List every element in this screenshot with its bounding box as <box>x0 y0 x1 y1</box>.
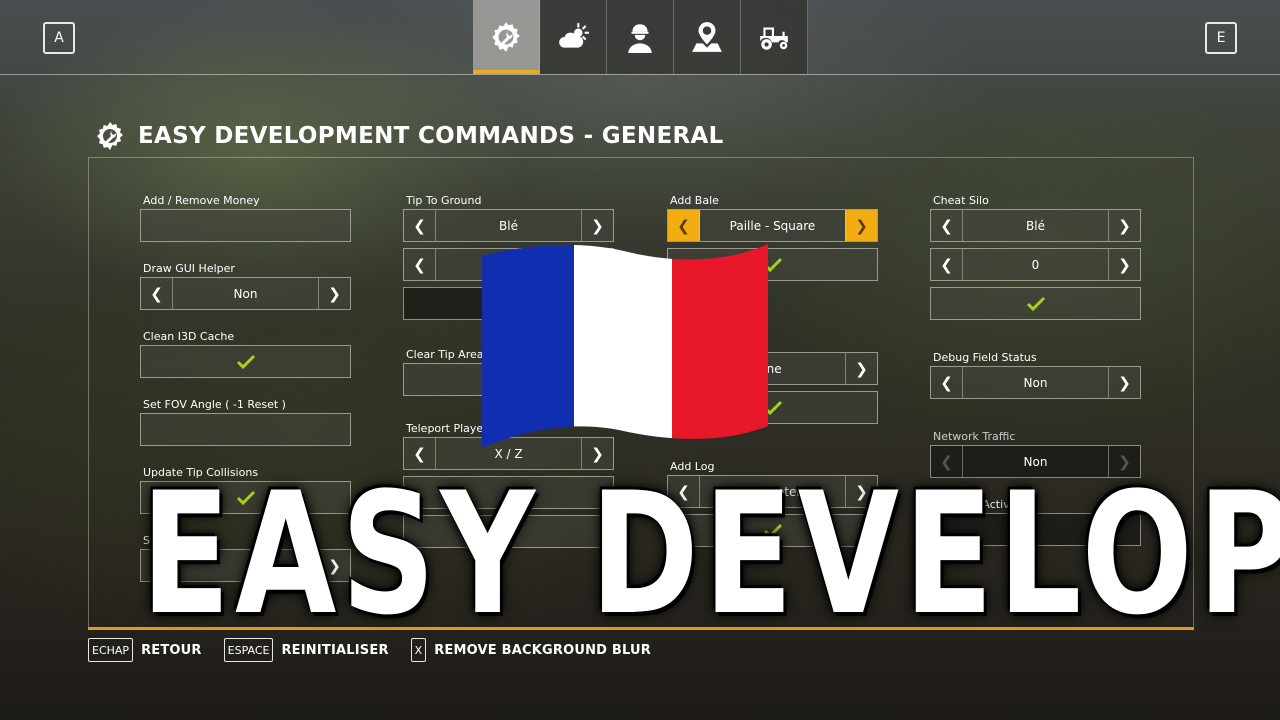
chevron-left-icon[interactable]: ❮ <box>141 278 173 309</box>
setting-label: Debug Field Status <box>933 351 1037 364</box>
wrench-gear-icon <box>97 122 123 150</box>
wrench-gear-icon <box>492 22 520 52</box>
money-value <box>141 210 350 241</box>
france-flag-icon <box>482 244 768 448</box>
silo-amount-selector: ❮ 0 ❯ <box>930 248 1141 281</box>
fov-input[interactable] <box>140 413 351 446</box>
weather-icon <box>559 23 589 48</box>
chevron-right-icon[interactable]: ❯ <box>845 210 877 241</box>
setting-label: Tip To Ground <box>406 194 482 207</box>
tab-bar <box>473 0 808 74</box>
tractor-icon <box>760 27 788 50</box>
farmer-icon <box>628 24 652 53</box>
chevron-left-icon[interactable]: ❮ <box>404 210 436 241</box>
silo-filltype-selector: ❮ Blé ❯ <box>930 209 1141 242</box>
chevron-left-icon[interactable]: ❮ <box>931 210 963 241</box>
chevron-right-icon[interactable]: ❯ <box>1108 210 1140 241</box>
selector-value: Paille - Square <box>729 218 816 233</box>
checkmark-icon <box>1026 296 1045 311</box>
page-title: EASY DEVELOPMENT COMMANDS - GENERAL <box>138 123 724 149</box>
flag-stripe-white <box>574 244 672 448</box>
tab-vehicles[interactable] <box>741 0 808 74</box>
tab-dev-commands[interactable] <box>473 0 540 74</box>
tab-map[interactable] <box>674 0 741 74</box>
chevron-left-icon[interactable]: ❮ <box>668 210 700 241</box>
clean-i3d-button[interactable] <box>140 345 351 378</box>
selector-value: Blé <box>1026 218 1045 233</box>
thumbnail-title: EASY DEVELOPMENT <box>140 456 1280 652</box>
fov-value <box>141 414 350 445</box>
selector-value: 0 <box>1031 257 1040 272</box>
key-hint: ECHAP <box>88 638 134 662</box>
setting-label: Cheat Silo <box>933 194 989 207</box>
setting-label: Add / Remove Money <box>143 194 260 207</box>
chevron-left-icon[interactable]: ❮ <box>931 249 963 280</box>
chevron-right-icon[interactable]: ❯ <box>845 353 877 384</box>
next-page-key[interactable]: E <box>1205 22 1237 54</box>
tip-ground-filltype-selector: ❮ Blé ❯ <box>403 209 614 242</box>
setting-label: Add Bale <box>670 194 719 207</box>
chevron-right-icon[interactable]: ❯ <box>1108 367 1140 398</box>
map-pin-icon <box>692 22 722 52</box>
flag-stripe-blue <box>482 244 574 448</box>
tab-farmer[interactable] <box>607 0 674 74</box>
flag-stripe-red <box>672 244 768 448</box>
chevron-left-icon[interactable]: ❮ <box>931 367 963 398</box>
top-navigation: A E <box>0 0 1280 75</box>
setting-label: Draw GUI Helper <box>143 262 235 275</box>
chevron-right-icon[interactable]: ❯ <box>581 210 613 241</box>
page-heading: EASY DEVELOPMENT COMMANDS - GENERAL <box>94 120 724 152</box>
selector-value: Non <box>233 286 258 301</box>
selector-value: Non <box>1023 375 1048 390</box>
selector-value: Blé <box>499 218 518 233</box>
chevron-right-icon[interactable]: ❯ <box>318 278 350 309</box>
tab-weather[interactable] <box>540 0 607 74</box>
debug-field-selector: ❮ Non ❯ <box>930 366 1141 399</box>
prev-page-key[interactable]: A <box>43 22 75 54</box>
chevron-left-icon[interactable]: ❮ <box>404 249 436 280</box>
draw-gui-selector: ❮ Non ❯ <box>140 277 351 310</box>
setting-label: Network Traffic <box>933 430 1016 443</box>
chevron-right-icon[interactable]: ❯ <box>1108 249 1140 280</box>
cheat-silo-button[interactable] <box>930 287 1141 320</box>
money-input[interactable] <box>140 209 351 242</box>
setting-label: Clean I3D Cache <box>143 330 235 343</box>
setting-label: Set FOV Angle ( -1 Reset ) <box>143 398 286 411</box>
checkmark-icon <box>236 354 255 369</box>
bale-type-selector: ❮ Paille - Square ❯ <box>667 209 878 242</box>
